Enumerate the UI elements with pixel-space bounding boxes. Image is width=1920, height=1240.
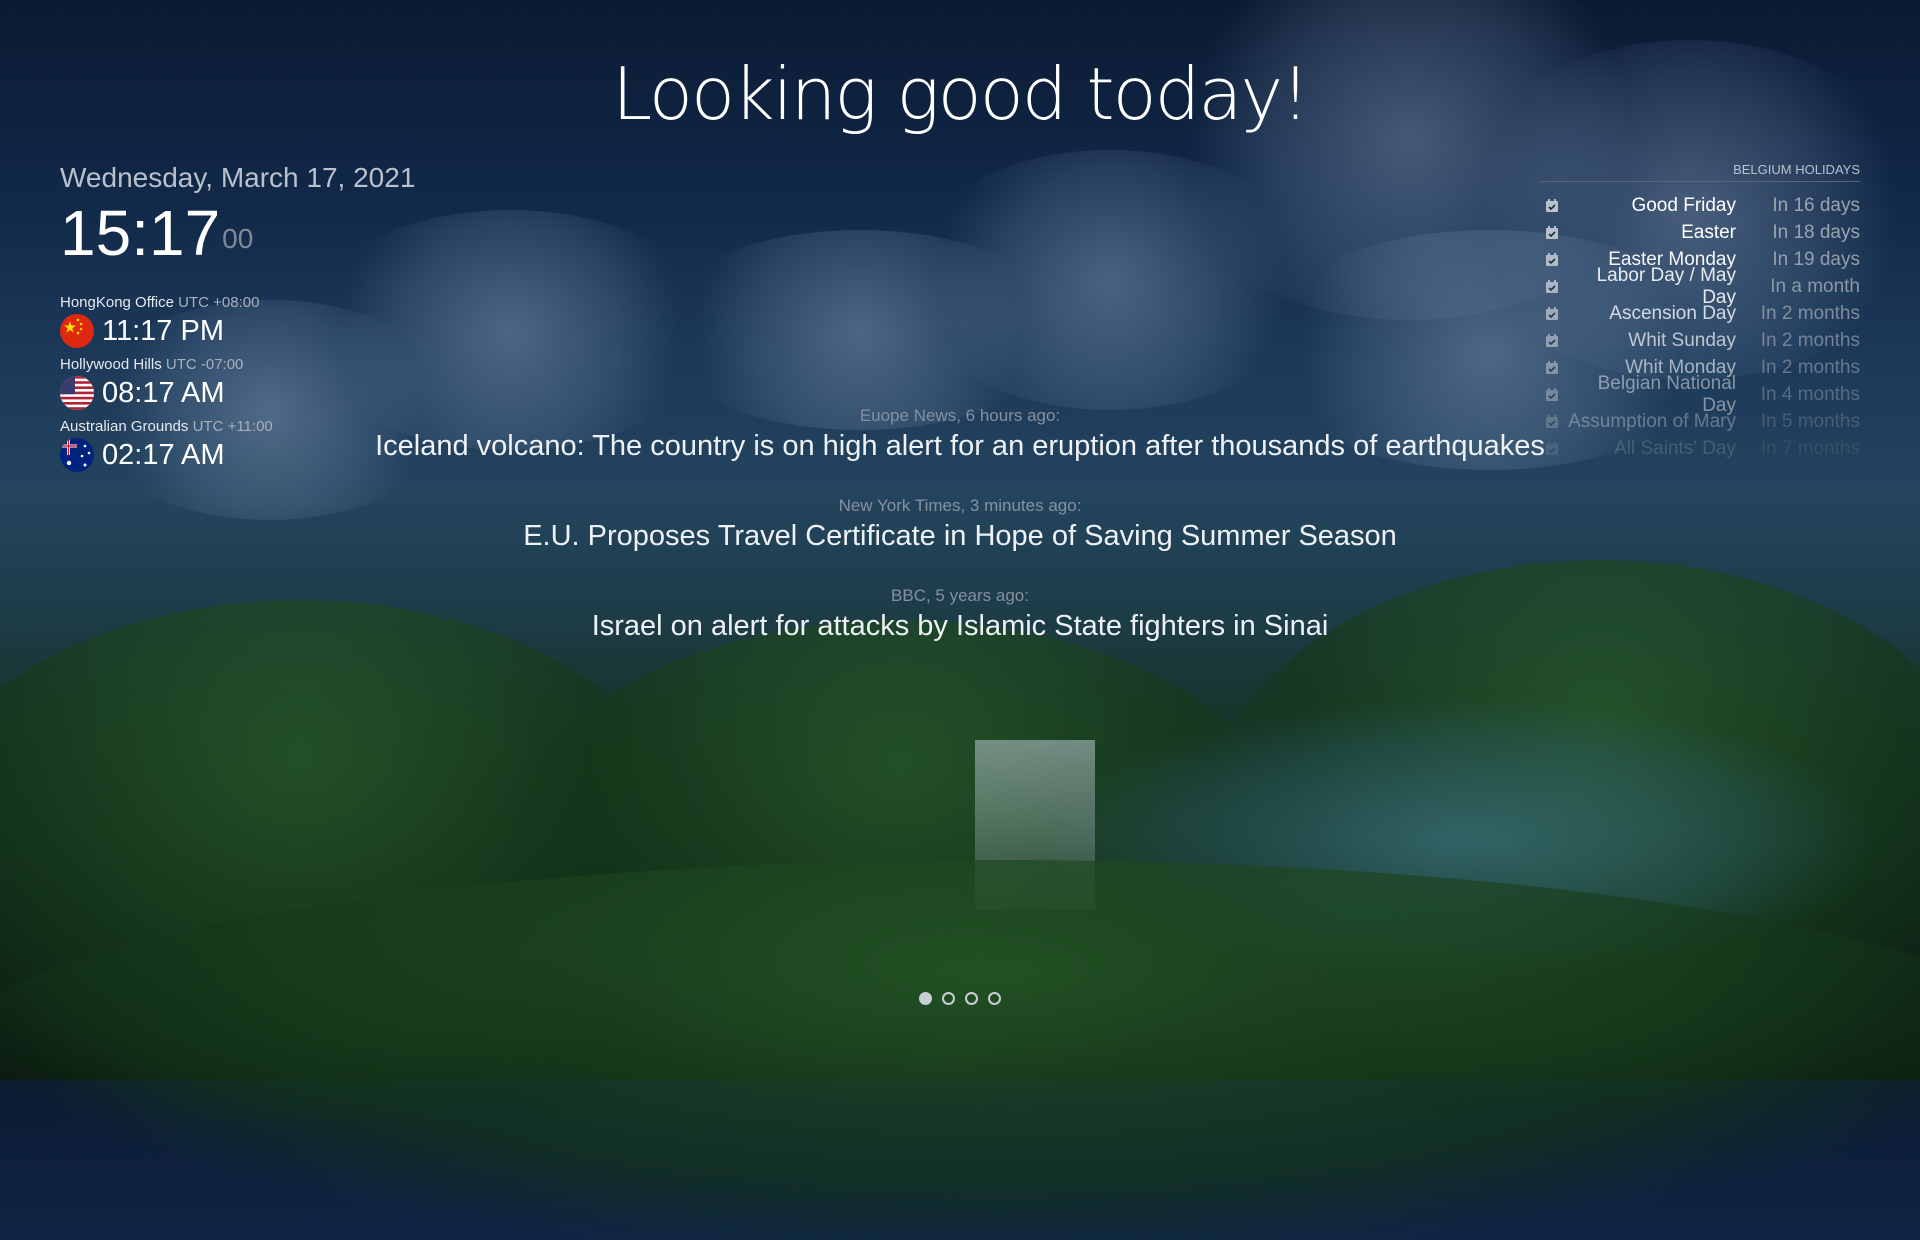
page-dot-1[interactable] bbox=[919, 992, 932, 1005]
holiday-row: Easter In 18 days bbox=[1540, 219, 1860, 246]
page-dot-4[interactable] bbox=[988, 992, 1001, 1005]
holiday-name: Whit Sunday bbox=[1628, 329, 1736, 351]
calendar-icon bbox=[1546, 225, 1558, 239]
calendar-icon bbox=[1546, 279, 1558, 293]
holiday-row: Labor Day / May Day In a month bbox=[1540, 265, 1860, 308]
news-headline: E.U. Proposes Travel Certificate in Hope… bbox=[523, 520, 1397, 552]
world-clock-time: 11:17 PM bbox=[102, 314, 224, 347]
world-clock-time: 08:17 AM bbox=[102, 376, 225, 409]
world-clock-offset: UTC +08:00 bbox=[178, 294, 260, 311]
holiday-row: Ascension Day In 2 months bbox=[1540, 300, 1860, 327]
calendar-icon bbox=[1546, 333, 1558, 347]
calendar-icon bbox=[1546, 360, 1558, 374]
clock-date: Wednesday, March 17, 2021 bbox=[60, 162, 416, 193]
clock-seconds: 00 bbox=[222, 223, 254, 254]
news-item: BBC, 5 years ago: Israel on alert for at… bbox=[0, 586, 1920, 643]
clock-widget: Wednesday, March 17, 2021 15:1700 bbox=[60, 162, 415, 268]
world-clock-label: Hollywood Hills UTC -07:00 bbox=[60, 356, 273, 373]
holiday-when: In a month bbox=[1770, 275, 1860, 297]
news-source: New York Times, 3 minutes ago: bbox=[838, 496, 1082, 515]
china-flag-icon bbox=[60, 314, 94, 348]
holiday-when: In 2 months bbox=[1760, 329, 1860, 351]
holiday-when: In 18 days bbox=[1772, 221, 1860, 243]
news-headline: Israel on alert for attacks by Islamic S… bbox=[591, 610, 1329, 642]
holiday-name: Good Friday bbox=[1631, 194, 1736, 216]
clock-time: 15:1700 bbox=[60, 198, 415, 268]
holiday-when: In 19 days bbox=[1772, 248, 1860, 270]
news-item: New York Times, 3 minutes ago: E.U. Prop… bbox=[0, 496, 1920, 553]
greeting-message: Looking good today! bbox=[612, 52, 1310, 136]
holiday-name: Ascension Day bbox=[1609, 302, 1736, 324]
world-clock-name: Hollywood Hills bbox=[60, 356, 162, 373]
world-clock-hongkong: HongKong Office UTC +08:00 11:17 PM bbox=[60, 294, 273, 348]
holiday-name: Easter bbox=[1681, 221, 1736, 243]
holiday-when: In 2 months bbox=[1760, 356, 1860, 378]
holidays-title: BELGIUM HOLIDAYS bbox=[1540, 162, 1860, 182]
world-clock-name: HongKong Office bbox=[60, 294, 174, 311]
world-clock-label: HongKong Office UTC +08:00 bbox=[60, 294, 273, 311]
news-source: BBC, 5 years ago: bbox=[891, 586, 1029, 605]
calendar-icon bbox=[1546, 252, 1558, 266]
calendar-icon bbox=[1546, 306, 1558, 320]
holiday-when: In 4 months bbox=[1760, 383, 1860, 405]
news-source: Euope News, 6 hours ago: bbox=[859, 406, 1061, 425]
news-headline: Iceland volcano: The country is on high … bbox=[375, 430, 1545, 462]
clock-hours-minutes: 15:17 bbox=[60, 197, 221, 269]
holiday-when: In 2 months bbox=[1760, 302, 1860, 324]
usa-flag-icon bbox=[60, 376, 94, 410]
holiday-row: Whit Sunday In 2 months bbox=[1540, 327, 1860, 354]
page-indicator bbox=[0, 992, 1920, 1005]
holiday-row: Good Friday In 16 days bbox=[1540, 192, 1860, 219]
news-item: Euope News, 6 hours ago: Iceland volcano… bbox=[0, 406, 1920, 463]
calendar-icon bbox=[1546, 198, 1558, 212]
calendar-icon bbox=[1546, 387, 1558, 401]
holiday-when: In 16 days bbox=[1772, 194, 1860, 216]
page-dot-2[interactable] bbox=[942, 992, 955, 1005]
world-clock-hollywood: Hollywood Hills UTC -07:00 08:17 AM bbox=[60, 356, 273, 410]
world-clock-offset: UTC -07:00 bbox=[165, 356, 244, 373]
holiday-row: Belgian National Day In 4 months bbox=[1540, 373, 1860, 416]
page-dot-3[interactable] bbox=[965, 992, 978, 1005]
